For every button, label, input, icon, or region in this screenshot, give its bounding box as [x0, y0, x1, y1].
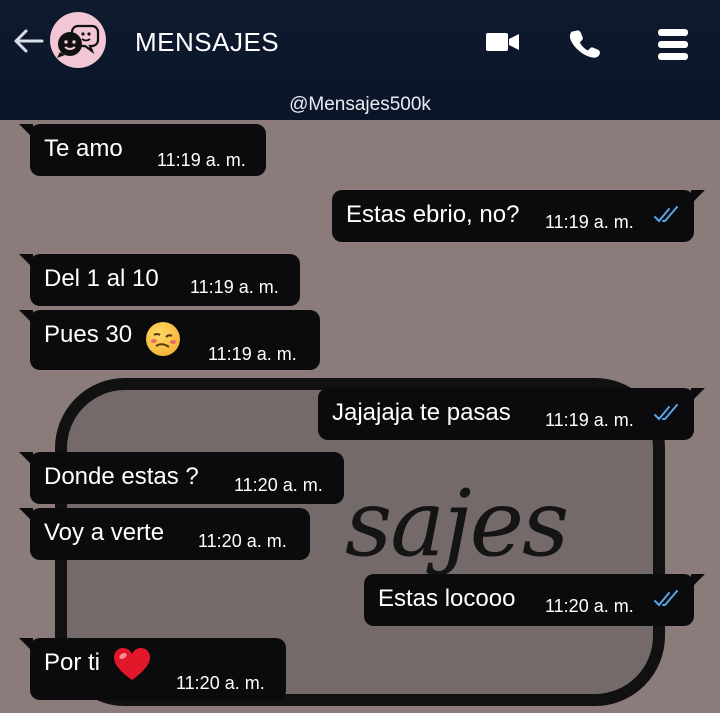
message-incoming[interactable]: Del 1 al 10 11:19 a. m. — [19, 254, 300, 306]
message-time: 11:19 a. m. — [545, 212, 634, 232]
message-text: Pues 30 — [44, 321, 133, 348]
read-ticks-icon — [654, 590, 678, 607]
red-heart-icon — [114, 648, 150, 680]
avatar[interactable] — [50, 12, 106, 68]
message-outgoing[interactable]: Jajajaja te pasas 11:19 a. m. — [318, 388, 705, 440]
video-call-icon[interactable] — [485, 28, 521, 61]
message-time: 11:19 a. m. — [208, 344, 297, 364]
message-text: Estas locooo — [378, 585, 516, 612]
message-outgoing[interactable]: Estas ebrio, no? 11:19 a. m. — [332, 190, 705, 242]
message-time: 11:19 a. m. — [190, 277, 279, 297]
message-incoming[interactable]: Pues 30 11:19 a. m. — [19, 310, 320, 370]
message-text: Del 1 al 10 — [44, 265, 159, 292]
message-text: Por ti — [44, 649, 101, 676]
woozy-face-icon — [146, 322, 180, 356]
message-incoming[interactable]: Te amo 11:19 a. m. — [19, 124, 266, 176]
chat-area[interactable]: sajes Te amo 11:19 a. m. Estas ebrio, no… — [0, 120, 720, 713]
channel-handle: @Mensajes500k — [289, 94, 431, 115]
chat-title[interactable]: MENSAJES — [135, 27, 279, 58]
message-outgoing[interactable]: Estas locooo 11:20 a. m. — [364, 574, 705, 626]
message-time: 11:20 a. m. — [176, 673, 265, 693]
message-time: 11:19 a. m. — [545, 410, 634, 430]
read-ticks-icon — [654, 404, 678, 421]
message-time: 11:19 a. m. — [157, 150, 246, 170]
menu-icon[interactable] — [656, 26, 690, 67]
message-incoming[interactable]: Donde estas ? 11:20 a. m. — [19, 452, 344, 504]
back-arrow-icon[interactable] — [10, 26, 44, 56]
message-text: Donde estas ? — [44, 463, 199, 490]
phone-icon[interactable] — [569, 28, 601, 65]
message-time: 11:20 a. m. — [198, 531, 287, 551]
chat-bubbles-icon — [57, 24, 100, 58]
message-text: Estas ebrio, no? — [346, 201, 520, 228]
message-time: 11:20 a. m. — [545, 596, 634, 616]
message-incoming[interactable]: Por ti 11:20 a. m. — [19, 638, 286, 700]
watermark-text: sajes — [345, 470, 569, 577]
message-text: Jajajaja te pasas — [332, 399, 511, 426]
read-ticks-icon — [654, 206, 678, 223]
chat-header: MENSAJES @Mensajes500k — [0, 0, 720, 120]
message-text: Voy a verte — [44, 519, 165, 546]
message-time: 11:20 a. m. — [234, 475, 323, 495]
message-incoming[interactable]: Voy a verte 11:20 a. m. — [19, 508, 310, 560]
message-text: Te amo — [44, 135, 123, 162]
